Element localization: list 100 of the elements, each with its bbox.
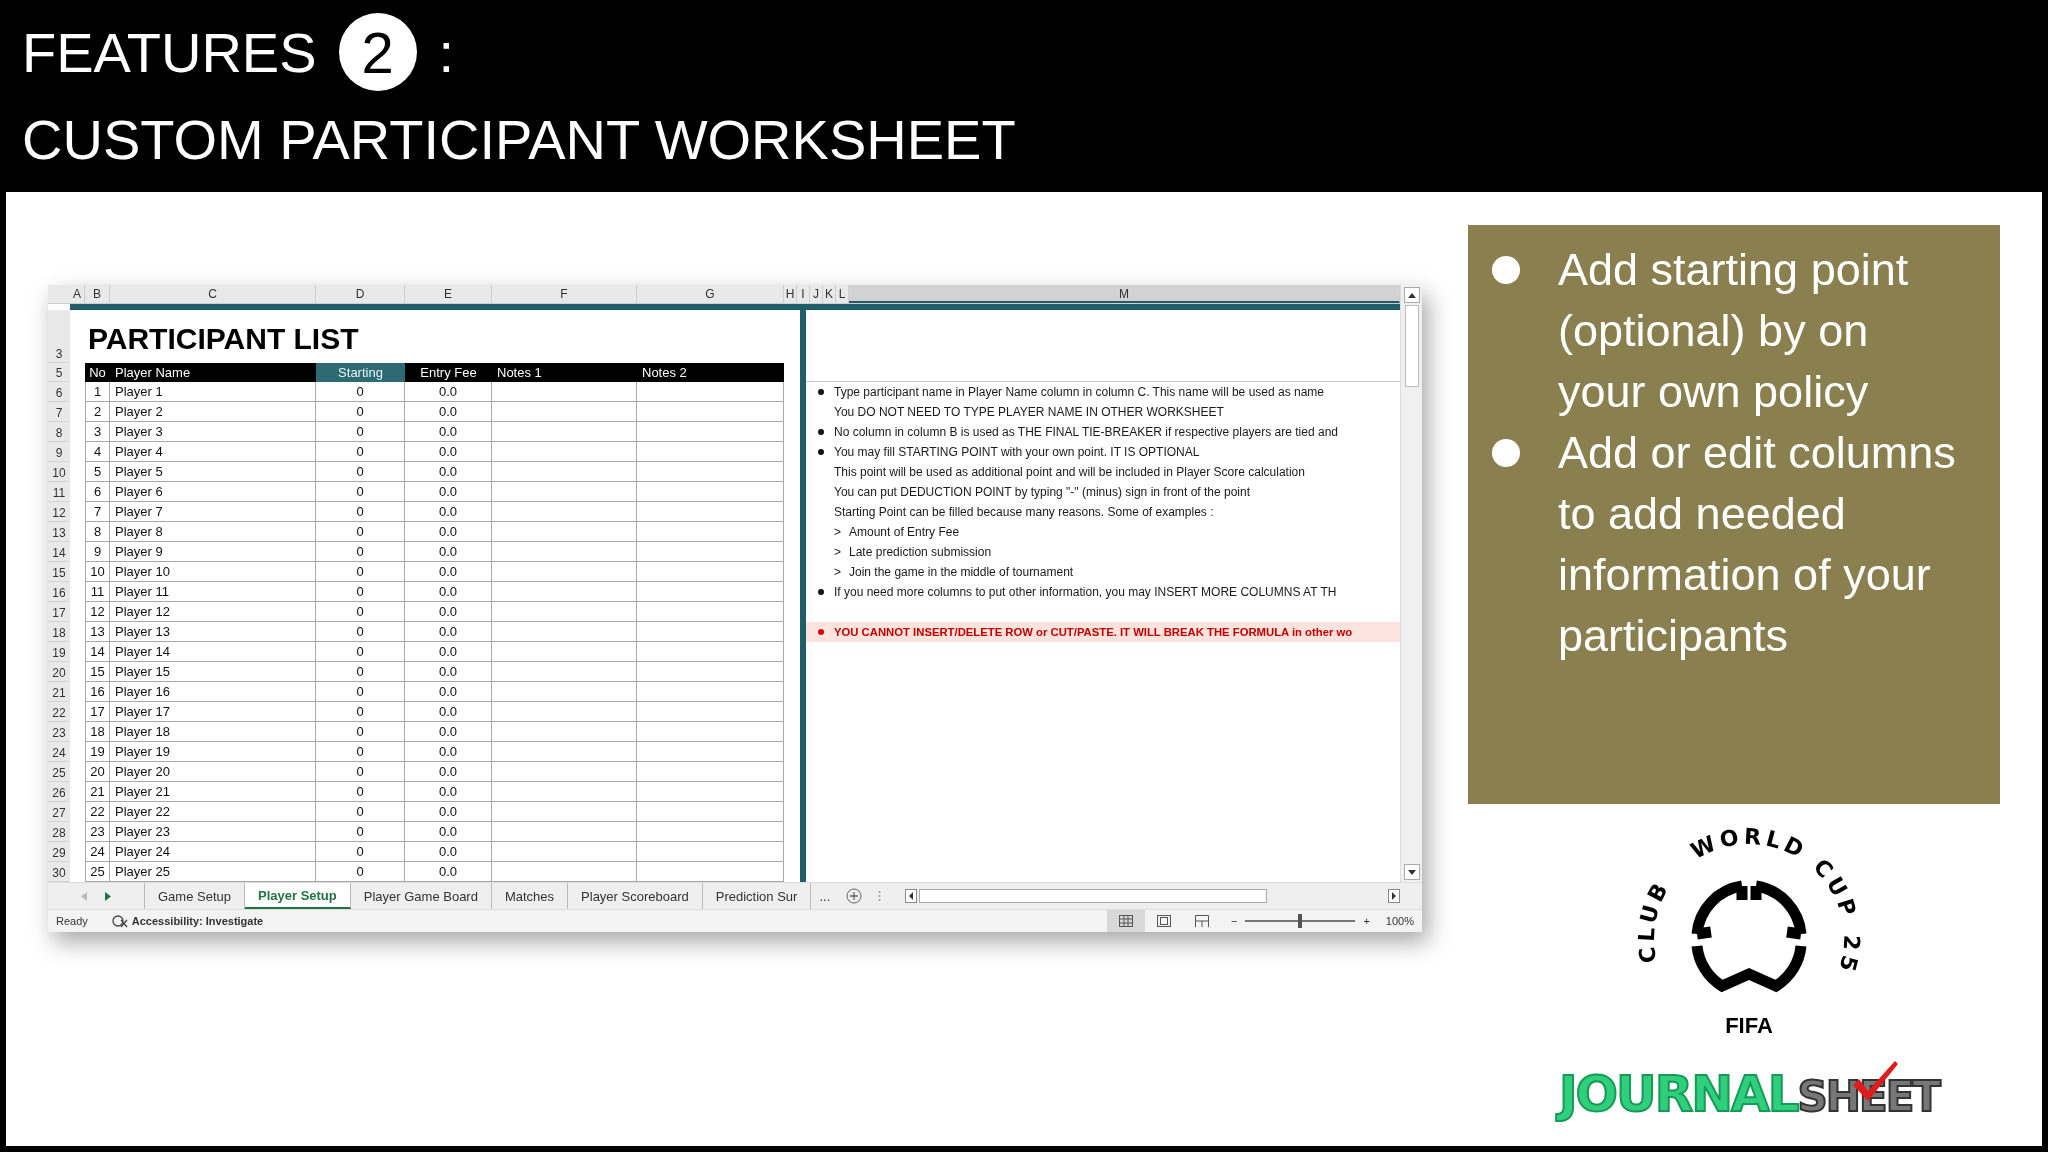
column-header[interactable]: A <box>70 285 85 303</box>
row-number[interactable]: 23 <box>48 722 70 742</box>
row-number[interactable]: 15 <box>48 562 70 582</box>
emblem-text: 25 <box>1833 934 1865 978</box>
status-text: Ready <box>56 915 88 927</box>
column-header[interactable]: J <box>810 285 823 303</box>
row-number[interactable]: 6 <box>48 382 70 402</box>
scroll-left-icon[interactable] <box>905 889 918 903</box>
row-number[interactable]: 14 <box>48 542 70 562</box>
table-cell: 0.0 <box>405 842 492 862</box>
row-number[interactable]: 30 <box>48 862 70 882</box>
column-heading: Entry Fee <box>405 363 492 382</box>
accessibility-status[interactable]: Accessibility: Investigate <box>131 915 264 927</box>
scroll-up-icon[interactable] <box>1403 287 1420 303</box>
zoom-out-button[interactable]: − <box>1231 915 1238 927</box>
column-header[interactable]: K <box>823 285 836 303</box>
table-cell: Player 15 <box>110 662 316 682</box>
table-cell: 0.0 <box>405 822 492 842</box>
row-number[interactable]: 13 <box>48 522 70 542</box>
table-cell: 0.0 <box>405 742 492 762</box>
row-number[interactable]: 29 <box>48 842 70 862</box>
table-cell: 10 <box>85 562 110 582</box>
row-number[interactable]: 19 <box>48 642 70 662</box>
row-number[interactable]: 22 <box>48 702 70 722</box>
next-sheet-icon[interactable] <box>105 891 111 901</box>
table-cell: 22 <box>85 802 110 822</box>
scrollbar-thumb[interactable] <box>919 889 1267 903</box>
table-cell: 0 <box>316 422 405 442</box>
column-header[interactable]: H <box>784 285 797 303</box>
note-text: Starting Point can be filled because many reasons. Some of examples : <box>834 505 1214 519</box>
row-number[interactable]: 18 <box>48 622 70 642</box>
slide-title: FEATURES <box>22 19 317 85</box>
note-text: No column in column B is used as THE FINAL TIE-BREAKER if respective players are tied and <box>834 425 1338 439</box>
table-cell: 0 <box>316 382 405 402</box>
row-number[interactable]: 11 <box>48 482 70 502</box>
note-text: You DO NOT NEED TO TYPE PLAYER NAME IN OTHER WORKSHEET <box>834 405 1224 419</box>
table-cell: 0.0 <box>405 522 492 542</box>
more-tabs[interactable]: ... <box>811 883 839 909</box>
table-cell: Player 6 <box>110 482 316 502</box>
row-number[interactable]: 10 <box>48 462 70 482</box>
row-number[interactable]: 8 <box>48 422 70 442</box>
table-cell: 0.0 <box>405 542 492 562</box>
table-cell: Player 8 <box>110 522 316 542</box>
table-cell: Player 22 <box>110 802 316 822</box>
row-number[interactable]: 17 <box>48 602 70 622</box>
accessibility-icon[interactable] <box>111 914 128 928</box>
zoom-slider-thumb[interactable] <box>1298 914 1303 928</box>
note-text: If you need more columns to put other information, you may INSERT MORE COLUMNS AT TH <box>834 585 1337 599</box>
drag-handle-icon[interactable] <box>878 890 882 902</box>
row-number[interactable]: 21 <box>48 682 70 702</box>
column-header[interactable]: F <box>492 285 637 303</box>
table-cell: 23 <box>85 822 110 842</box>
sheet-tab[interactable]: Player Setup <box>245 883 351 909</box>
row-number[interactable]: 9 <box>48 442 70 462</box>
column-header[interactable]: M <box>849 285 1400 303</box>
row-number[interactable]: 20 <box>48 662 70 682</box>
table-cell: 0 <box>316 522 405 542</box>
note-text: This point will be used as additional point and will be included in Player Score calculation <box>834 465 1305 479</box>
column-header[interactable]: G <box>637 285 784 303</box>
table-cell: Player 20 <box>110 762 316 782</box>
row-number[interactable]: 28 <box>48 822 70 842</box>
slide-subtitle: CUSTOM PARTICIPANT WORKSHEET <box>22 107 1017 173</box>
column-header[interactable]: I <box>797 285 810 303</box>
scroll-down-icon[interactable] <box>1403 864 1420 880</box>
add-sheet-icon[interactable] <box>846 888 863 904</box>
column-header[interactable]: C <box>110 285 316 303</box>
row-number[interactable]: 26 <box>48 782 70 802</box>
row-number[interactable]: 3 <box>48 310 70 363</box>
warning-text: YOU CANNOT INSERT/DELETE ROW or CUT/PASTE. IT WILL BREAK THE FORMULA in other wo <box>834 626 1353 638</box>
table-cell: 3 <box>85 422 110 442</box>
table-cell: 0 <box>316 602 405 622</box>
row-number[interactable]: 25 <box>48 762 70 782</box>
table-cell: Player 1 <box>110 382 316 402</box>
table-cell: 14 <box>85 642 110 662</box>
table-cell: 0 <box>316 682 405 702</box>
column-header[interactable]: B <box>85 285 110 303</box>
emblem-wordmark: FIFA <box>1725 1013 1773 1039</box>
table-cell: 0.0 <box>405 602 492 622</box>
normal-view-icon[interactable] <box>1107 910 1145 932</box>
table-cell: 20 <box>85 762 110 782</box>
row-number[interactable]: 24 <box>48 742 70 762</box>
note-text: You can put DEDUCTION POINT by typing "-" (minus) sign in front of the point <box>834 485 1251 499</box>
scrollbar-thumb[interactable] <box>1404 305 1419 387</box>
table-cell: 0.0 <box>405 462 492 482</box>
row-number[interactable]: 7 <box>48 402 70 422</box>
column-header[interactable]: D <box>316 285 405 303</box>
row-number[interactable]: 16 <box>48 582 70 602</box>
zoom-in-button[interactable]: + <box>1363 915 1370 927</box>
table-cell: 0.0 <box>405 702 492 722</box>
row-number[interactable]: 12 <box>48 502 70 522</box>
column-header[interactable]: E <box>405 285 492 303</box>
table-cell: 18 <box>85 722 110 742</box>
table-cell: Player 24 <box>110 842 316 862</box>
table-cell: Player 10 <box>110 562 316 582</box>
scroll-right-icon[interactable] <box>1388 889 1400 903</box>
row-number[interactable]: 5 <box>48 363 70 382</box>
column-heading: Starting <box>316 363 405 382</box>
row-number[interactable]: 27 <box>48 802 70 822</box>
table-cell: Player 18 <box>110 722 316 742</box>
table-cell: 7 <box>85 502 110 522</box>
